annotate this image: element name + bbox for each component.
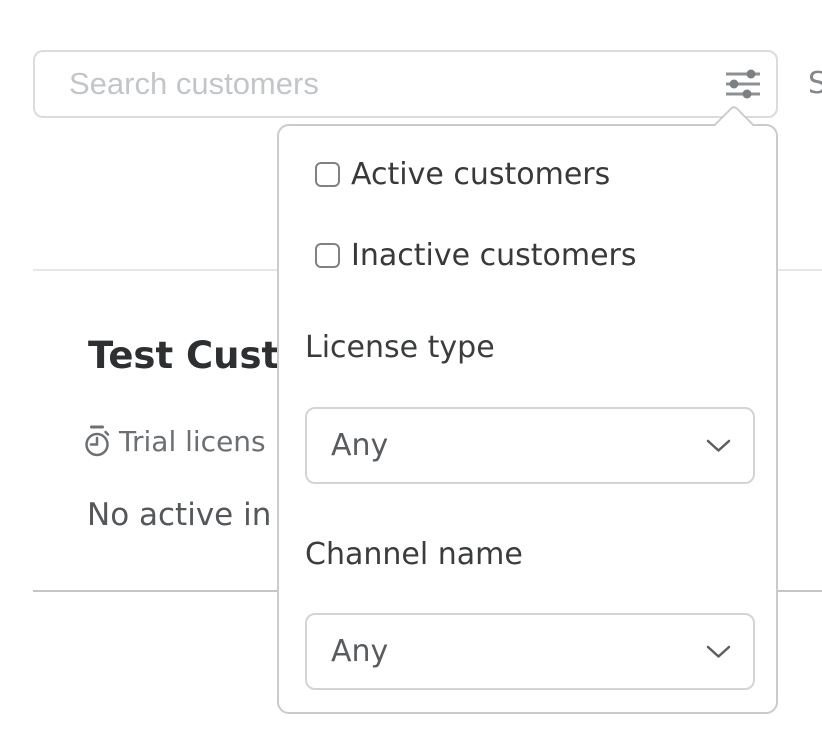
chevron-down-icon [706,439,731,453]
customer-name[interactable]: Test Cust [88,334,279,377]
filter-popover: Active customers Inactive customers Lice… [277,124,778,714]
customer-status-text: No active in [87,497,271,533]
filter-button[interactable] [710,52,776,116]
customers-page: S Test Cust Trial licens No active in Ac… [0,0,822,756]
sliders-icon [724,68,762,100]
sort-control-fragment[interactable]: S [808,66,822,101]
search-bar [33,50,778,118]
active-customers-checkbox-row[interactable]: Active customers [315,157,610,192]
license-type-select[interactable]: Any [305,407,755,484]
channel-name-field-label: Channel name [305,537,523,572]
channel-name-select-value: Any [331,634,706,669]
active-customers-checkbox[interactable] [315,162,340,187]
inactive-customers-checkbox-row[interactable]: Inactive customers [315,238,636,273]
timer-icon [84,424,111,458]
search-input[interactable] [35,52,710,116]
license-row: Trial licens [84,424,266,458]
channel-name-select[interactable]: Any [305,613,755,690]
license-type-text: Trial licens [119,425,266,458]
license-type-select-value: Any [331,428,706,463]
chevron-down-icon [706,645,731,659]
license-type-field-label: License type [305,330,495,365]
inactive-customers-checkbox[interactable] [315,243,340,268]
active-customers-label: Active customers [351,157,610,192]
inactive-customers-label: Inactive customers [351,238,636,273]
